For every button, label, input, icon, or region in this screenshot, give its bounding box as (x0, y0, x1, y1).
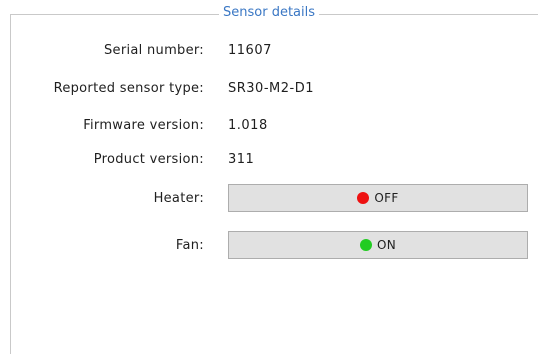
fan-label: Fan: (175, 238, 204, 253)
serial-number-value: 11607 (228, 43, 272, 58)
fan-toggle-button[interactable]: ON (228, 231, 528, 259)
serial-number-label: Serial number: (103, 43, 204, 58)
field-row-sensor-type: Reported sensor type: SR30-M2-D1 (0, 79, 540, 99)
product-version-label: Product version: (93, 152, 204, 167)
sensor-type-value: SR30-M2-D1 (228, 81, 314, 96)
fan-state-text: ON (376, 238, 397, 252)
firmware-version-label: Firmware version: (83, 118, 204, 133)
panel-title: Sensor details (219, 4, 320, 22)
status-dot-green-icon (359, 239, 372, 251)
field-row-firmware-version: Firmware version: 1.018 (0, 116, 540, 136)
firmware-version-value: 1.018 (228, 118, 268, 133)
heater-state-text: OFF (374, 191, 399, 205)
field-row-product-version: Product version: 311 (0, 150, 540, 170)
field-row-serial-number: Serial number: 11607 (0, 41, 540, 61)
heater-toggle-button[interactable]: OFF (228, 184, 528, 212)
product-version-value: 311 (228, 152, 255, 167)
status-dot-red-icon (357, 192, 370, 204)
heater-label: Heater: (153, 191, 204, 206)
sensor-type-label: Reported sensor type: (53, 81, 204, 96)
